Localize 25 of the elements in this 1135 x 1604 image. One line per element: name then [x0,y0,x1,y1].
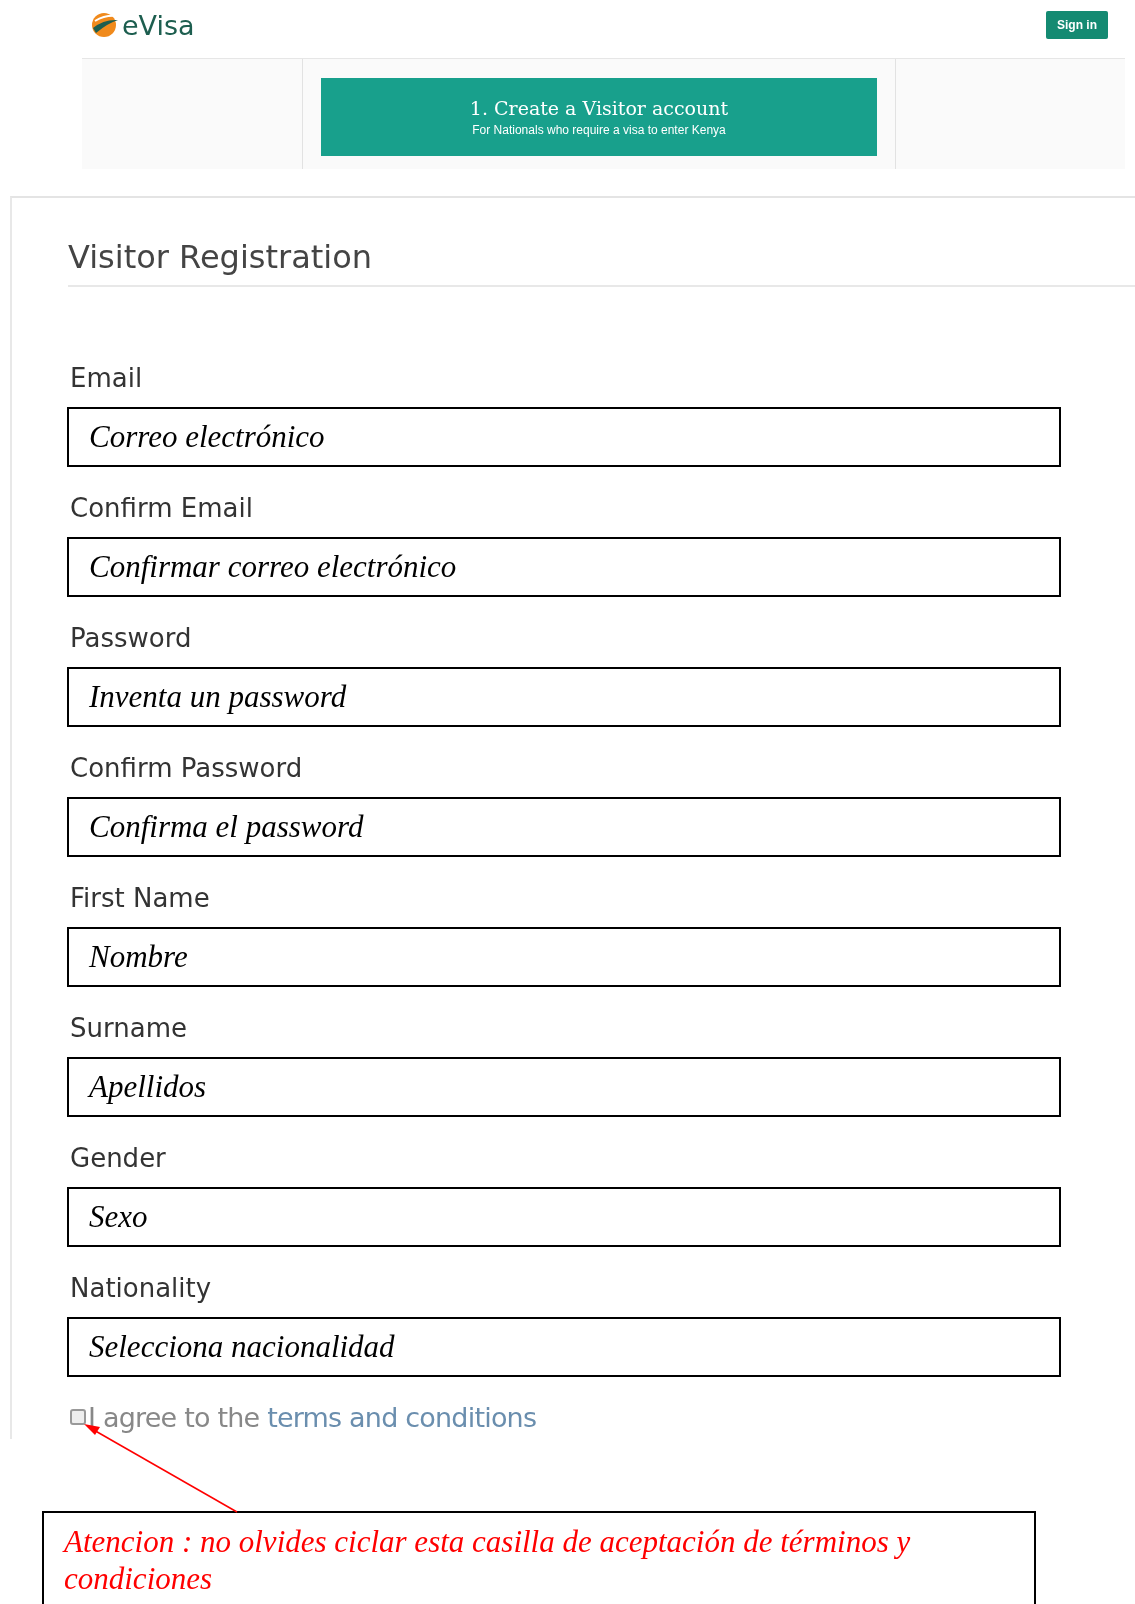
field-label: Confirm Email [70,492,254,525]
field-label: Password [70,622,193,655]
annotation-text: Atencion : no olvides ciclar esta casilla de aceptación de términos y condiciones [64,1523,912,1597]
field-label: Surname [70,1012,188,1045]
input-field[interactable]: Confirma el password [67,797,1061,857]
field-label: First Name [70,882,211,915]
agree-text: I agree to the terms and conditions [88,1401,537,1433]
input-field[interactable]: Nombre [67,927,1061,987]
field-label: Gender [70,1142,167,1175]
globe-logo-icon [90,11,120,39]
step-subtitle: For Nationals who require a visa to enter Kenya [472,123,726,137]
checkbox[interactable] [70,1409,86,1425]
input-field[interactable]: Correo electrónico [67,407,1061,467]
input-field[interactable]: Selecciona nacionalidad [67,1317,1061,1377]
input-field[interactable]: Sexo [67,1187,1061,1247]
field-label: Email [70,362,144,395]
field-label: Confirm Password [70,752,304,785]
input-field[interactable]: Confirmar correo electrónico [67,537,1061,597]
form-title: Visitor Registration [68,232,1135,287]
input-field[interactable]: Inventa un password [67,667,1061,727]
step-title: 1. Create a Visitor account [469,97,729,119]
field-label: Nationality [70,1272,213,1305]
sign-in-button[interactable]: Sign in [1046,11,1108,39]
logo-text: eVisa [122,9,195,41]
input-field[interactable]: Apellidos [67,1057,1061,1117]
